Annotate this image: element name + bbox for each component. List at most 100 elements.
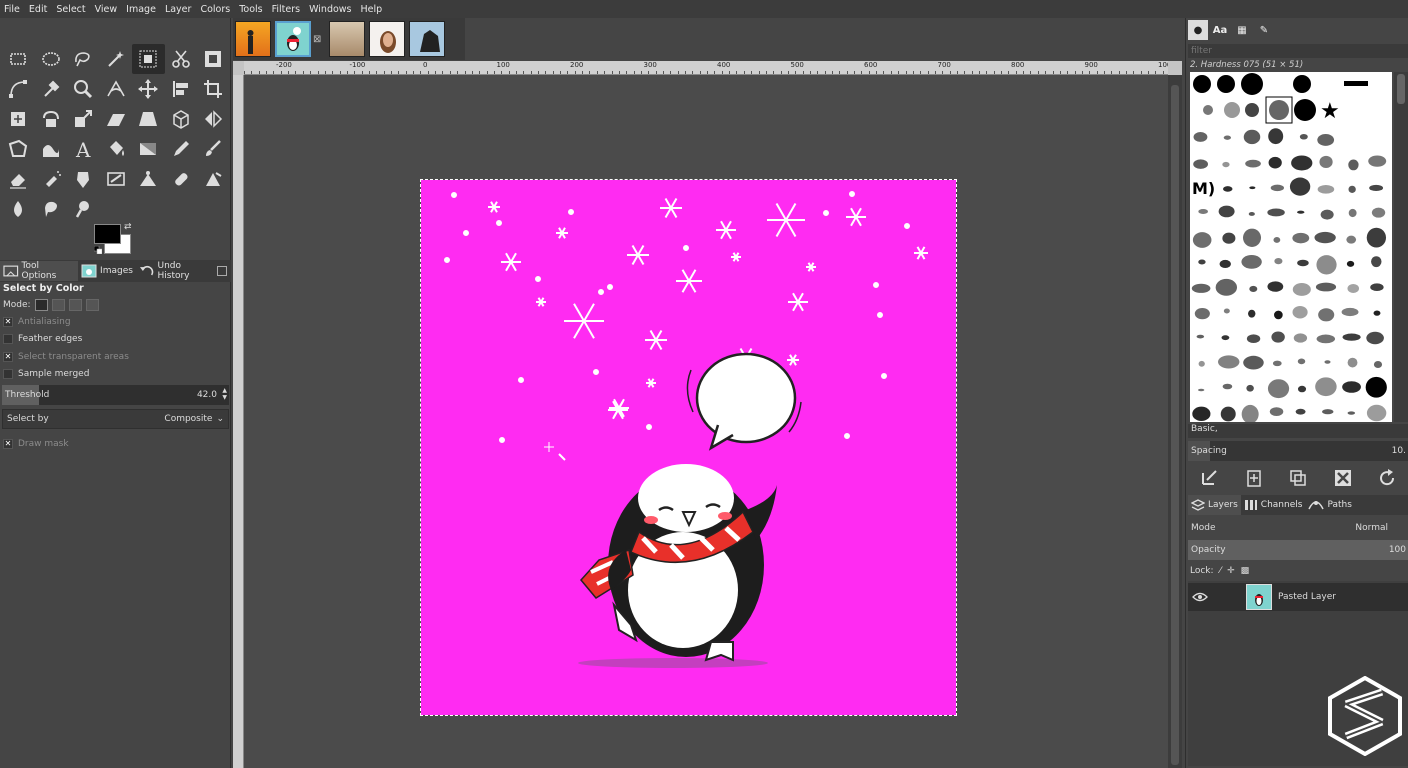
menu-view[interactable]: View xyxy=(95,4,118,15)
pencil-icon[interactable] xyxy=(165,134,198,164)
antialiasing-checkbox[interactable]: ✕ Antialiasing xyxy=(0,313,231,331)
free-select-icon[interactable] xyxy=(67,44,100,74)
visibility-eye-icon[interactable] xyxy=(1188,583,1212,611)
zoom-icon[interactable] xyxy=(67,74,100,104)
select-by-color-icon[interactable] xyxy=(132,44,165,74)
image-tab-silhouette[interactable] xyxy=(235,21,271,57)
threshold-slider[interactable]: Threshold 42.0 ▲ ▼ xyxy=(2,385,229,405)
warp-transform-icon[interactable] xyxy=(35,134,68,164)
brush-filter-input[interactable] xyxy=(1188,44,1408,58)
lock-pixels-icon[interactable]: ⁄ xyxy=(1220,566,1222,576)
opacity-slider[interactable]: Opacity 100 xyxy=(1188,540,1408,560)
layer-mode-dropdown[interactable]: Mode Normal xyxy=(1188,518,1408,538)
scissors-select-icon[interactable] xyxy=(165,44,198,74)
draw-mask-checkbox[interactable]: ✕ Draw mask xyxy=(0,435,231,453)
foreground-select-icon[interactable] xyxy=(197,44,230,74)
menu-image[interactable]: Image xyxy=(126,4,156,15)
measure-icon[interactable] xyxy=(100,74,133,104)
foreground-color-swatch[interactable] xyxy=(94,224,121,244)
duplicate-brush-icon[interactable] xyxy=(1287,467,1309,489)
smudge-icon[interactable] xyxy=(35,194,68,224)
paintbrush-icon[interactable] xyxy=(197,134,230,164)
shear-icon[interactable] xyxy=(100,104,133,134)
rotate-icon[interactable] xyxy=(35,104,68,134)
scrollbar-thumb[interactable] xyxy=(1397,74,1405,104)
menu-filters[interactable]: Filters xyxy=(272,4,300,15)
threshold-spin-icon[interactable]: ▲ ▼ xyxy=(222,387,227,401)
lock-position-icon[interactable]: ✛ xyxy=(1227,566,1235,576)
unified-transform-icon[interactable] xyxy=(2,104,35,134)
menu-help[interactable]: Help xyxy=(361,4,383,15)
align-icon[interactable] xyxy=(165,74,198,104)
layer-row[interactable]: Pasted Layer xyxy=(1188,583,1408,611)
scale-icon[interactable] xyxy=(67,104,100,134)
menu-tools[interactable]: Tools xyxy=(239,4,262,15)
menu-file[interactable]: File xyxy=(4,4,20,15)
tab-images[interactable]: Images xyxy=(78,261,136,281)
bucket-fill-icon[interactable] xyxy=(100,134,133,164)
brush-scrollbar[interactable] xyxy=(1394,72,1408,422)
select-transparent-checkbox[interactable]: ✕ Select transparent areas xyxy=(0,348,231,366)
fonts-icon[interactable]: Aa xyxy=(1210,20,1230,40)
close-image-icon[interactable]: ⊠ xyxy=(313,34,321,45)
refresh-brushes-icon[interactable] xyxy=(1376,467,1398,489)
fuzzy-select-icon[interactable] xyxy=(100,44,133,74)
flip-icon[interactable] xyxy=(197,104,230,134)
image-tab-portrait[interactable] xyxy=(369,21,406,57)
mode-add-button[interactable] xyxy=(51,299,65,311)
tab-paths[interactable]: Paths xyxy=(1305,495,1354,515)
blur-icon[interactable] xyxy=(2,194,35,224)
airbrush-icon[interactable] xyxy=(35,164,68,194)
delete-brush-icon[interactable] xyxy=(1332,467,1354,489)
crop-icon[interactable] xyxy=(197,74,230,104)
menu-edit[interactable]: Edit xyxy=(29,4,47,15)
edit-brush-icon[interactable] xyxy=(1199,467,1221,489)
mypaint-brush-icon[interactable] xyxy=(100,164,133,194)
paths-icon[interactable] xyxy=(2,74,35,104)
ellipse-select-icon[interactable] xyxy=(35,44,68,74)
menu-select[interactable]: Select xyxy=(56,4,85,15)
cage-transform-icon[interactable] xyxy=(2,134,35,164)
lock-alpha-icon[interactable]: ▩ xyxy=(1241,566,1250,576)
brushes-icon[interactable]: ● xyxy=(1188,20,1208,40)
perspective-icon[interactable] xyxy=(132,104,165,134)
menu-windows[interactable]: Windows xyxy=(309,4,351,15)
spacing-slider[interactable]: Spacing 10. xyxy=(1188,441,1408,461)
dodge-burn-icon[interactable] xyxy=(67,194,100,224)
feather-edges-checkbox[interactable]: Feather edges xyxy=(0,331,231,349)
tab-layers[interactable]: Layers xyxy=(1188,495,1241,515)
gradient-icon[interactable] xyxy=(132,134,165,164)
tab-tool-options[interactable]: Tool Options xyxy=(0,261,79,281)
ink-icon[interactable] xyxy=(67,164,100,194)
navigate-icon[interactable] xyxy=(1168,61,1182,75)
menu-colors[interactable]: Colors xyxy=(200,4,230,15)
patterns-icon[interactable]: ▦ xyxy=(1232,20,1252,40)
select-by-dropdown[interactable]: Select by Composite ⌄ xyxy=(2,409,229,429)
tab-channels[interactable]: Channels xyxy=(1241,495,1306,515)
move-icon[interactable] xyxy=(132,74,165,104)
clone-icon[interactable] xyxy=(132,164,165,194)
mode-intersect-button[interactable] xyxy=(85,299,99,311)
brush-grid[interactable]: ★ M) xyxy=(1190,72,1392,422)
heal-icon[interactable] xyxy=(165,164,198,194)
dock-menu-icon[interactable] xyxy=(217,266,227,276)
new-brush-icon[interactable] xyxy=(1243,467,1265,489)
text-icon[interactable]: A xyxy=(67,134,100,164)
swap-colors-icon[interactable]: ⇄ xyxy=(124,222,132,232)
menu-layer[interactable]: Layer xyxy=(165,4,192,15)
scrollbar-thumb[interactable] xyxy=(1171,85,1179,765)
mode-subtract-button[interactable] xyxy=(68,299,82,311)
image-tab-landscape[interactable] xyxy=(329,21,366,57)
sample-merged-checkbox[interactable]: Sample merged xyxy=(0,366,231,384)
3d-transform-icon[interactable] xyxy=(165,104,198,134)
rect-select-icon[interactable] xyxy=(2,44,35,74)
tab-undo-history[interactable]: Undo History xyxy=(136,261,217,281)
vertical-scrollbar[interactable] xyxy=(1168,75,1182,768)
reset-colors-icon[interactable] xyxy=(94,246,102,254)
image-canvas[interactable] xyxy=(420,179,957,716)
paint-dynamics-icon[interactable]: ✎ xyxy=(1254,20,1274,40)
image-tab-penguin[interactable] xyxy=(275,21,311,57)
image-tab-dog[interactable] xyxy=(409,21,446,57)
brush-tag[interactable]: Basic, xyxy=(1188,424,1408,438)
mode-replace-button[interactable] xyxy=(34,299,48,311)
